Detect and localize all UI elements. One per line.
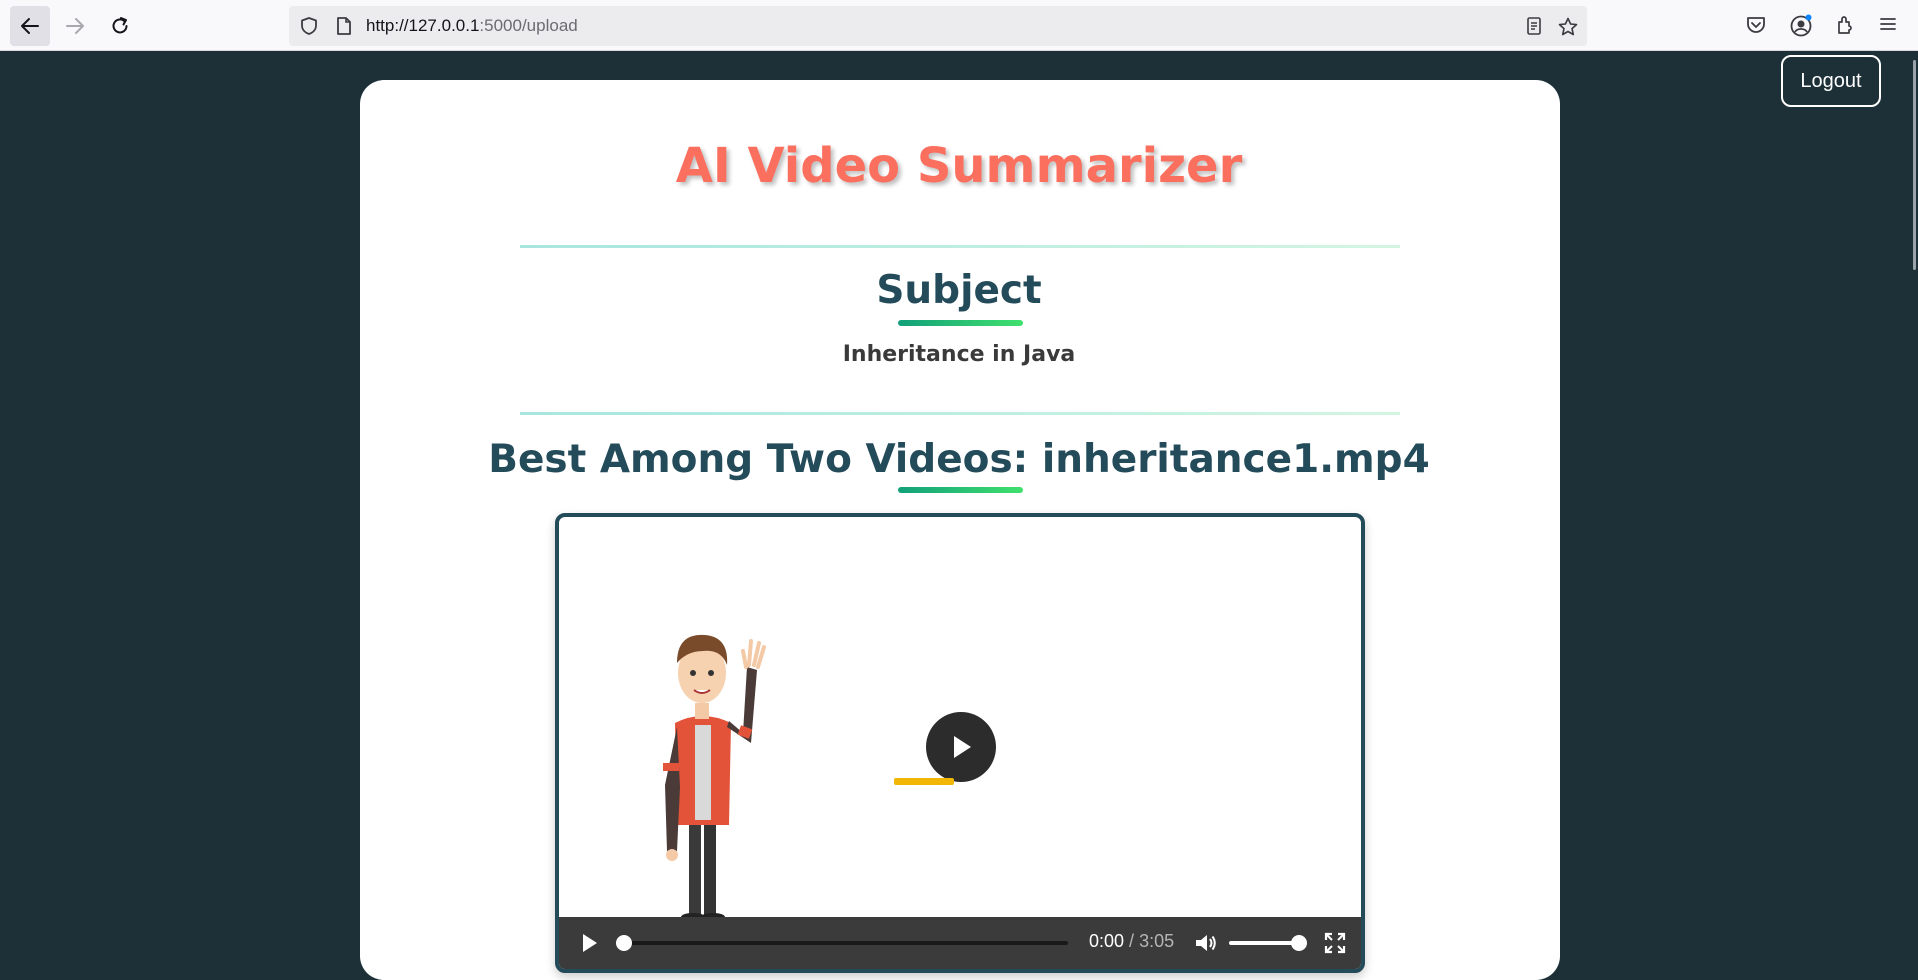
divider [520, 412, 1400, 415]
shield-icon[interactable] [299, 16, 319, 36]
subject-heading: Subject [876, 268, 1042, 313]
fullscreen-icon[interactable] [1324, 932, 1346, 954]
cartoon-person-illustration [663, 634, 766, 921]
video-frame-underline [894, 778, 954, 785]
subject-text: Inheritance in Java [842, 342, 1076, 367]
time-display: 0:00 / 3:05 [1089, 931, 1174, 952]
account-icon[interactable] [1789, 14, 1813, 38]
reload-icon [112, 17, 128, 34]
page-title: AI Video Summarizer [675, 138, 1243, 194]
divider [520, 245, 1400, 248]
heading-underline [898, 320, 1023, 326]
best-video-heading: Best Among Two Videos: inheritance1.mp4 [488, 437, 1430, 482]
forward-button[interactable] [55, 6, 95, 46]
menu-icon[interactable] [1878, 14, 1898, 34]
current-time: 0:00 [1089, 931, 1125, 951]
big-play-button[interactable] [926, 712, 996, 782]
url-text[interactable]: http://127.0.0.1:5000/upload [366, 16, 578, 36]
duration: 3:05 [1139, 931, 1175, 951]
seek-slider[interactable] [614, 933, 1074, 953]
page-icon[interactable] [335, 16, 353, 36]
reader-view-icon[interactable] [1525, 16, 1543, 36]
play-icon[interactable] [581, 933, 599, 953]
back-arrow-icon [21, 18, 39, 34]
forward-arrow-icon [66, 18, 84, 34]
volume-slider[interactable] [1227, 933, 1307, 953]
browser-toolbar: http://127.0.0.1:5000/upload [0, 0, 1918, 51]
reload-button[interactable] [100, 6, 140, 46]
video-player[interactable]: 0:00 / 3:05 [555, 513, 1365, 973]
url-bar[interactable]: http://127.0.0.1:5000/upload [289, 6, 1587, 46]
extensions-icon[interactable] [1834, 14, 1856, 36]
back-button[interactable] [10, 6, 50, 46]
logout-button[interactable]: Logout [1781, 55, 1881, 107]
url-path: :5000/upload [479, 16, 578, 35]
video-controls: 0:00 / 3:05 [559, 917, 1361, 969]
play-icon [954, 736, 971, 758]
heading-underline [898, 487, 1023, 493]
time-separator: / [1124, 931, 1140, 951]
volume-icon[interactable] [1194, 932, 1218, 954]
url-host: http://127.0.0.1 [366, 16, 480, 35]
bookmark-star-icon[interactable] [1557, 16, 1579, 38]
pocket-icon[interactable] [1745, 14, 1767, 36]
